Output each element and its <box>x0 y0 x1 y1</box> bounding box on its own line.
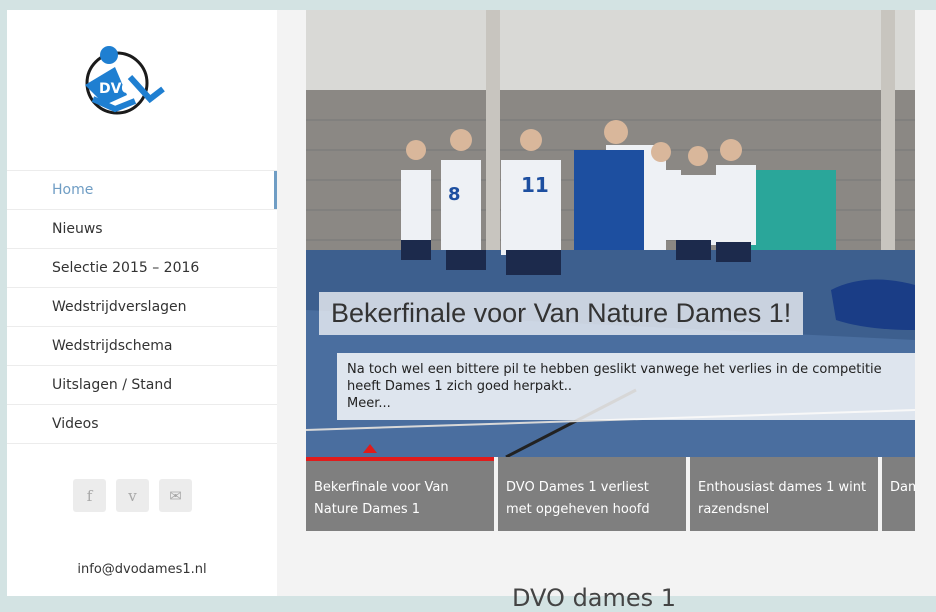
svg-text:DVO: DVO <box>99 81 133 97</box>
sidebar: DVO Home Nieuws Selectie 2015 – 2016 Wed… <box>7 10 277 596</box>
nav-item-wedstrijdverslagen[interactable]: Wedstrijdverslagen <box>7 287 277 326</box>
thumbnail-1[interactable]: Bekerfinale voor Van Nature Dames 1 <box>306 457 494 531</box>
read-more-link[interactable]: Meer... <box>347 395 907 412</box>
main-content: 8 11 Bekerfinale voor Van Nature Dames 1… <box>277 10 936 612</box>
nav-item-home[interactable]: Home <box>7 170 277 209</box>
slide-excerpt: Na toch wel een bittere pil te hebben ge… <box>337 353 915 420</box>
active-thumb-indicator <box>363 444 377 453</box>
nav-item-videos[interactable]: Videos <box>7 404 277 444</box>
nav-item-wedstrijdschema[interactable]: Wedstrijdschema <box>7 326 277 365</box>
nav-item-uitslagen[interactable]: Uitslagen / Stand <box>7 365 277 404</box>
thumbnail-2[interactable]: DVO Dames 1 verliest met opgeheven hoofd <box>498 457 686 531</box>
dvo-logo[interactable]: DVO <box>75 37 167 127</box>
slide-excerpt-text: Na toch wel een bittere pil te hebben ge… <box>347 362 882 394</box>
facebook-icon[interactable]: f <box>73 479 106 512</box>
hero-slider[interactable]: 8 11 Bekerfinale voor Van Nature Dames 1… <box>306 10 915 457</box>
thumbnail-4[interactable]: Dames 1 kop <box>882 457 915 531</box>
slide-title[interactable]: Bekerfinale voor Van Nature Dames 1! <box>319 292 804 335</box>
social-links: f v ✉ <box>73 479 192 512</box>
contact-email[interactable]: info@dvodames1.nl <box>7 562 277 577</box>
nav-item-nieuws[interactable]: Nieuws <box>7 209 277 248</box>
svg-text:11: 11 <box>521 173 549 197</box>
svg-text:8: 8 <box>448 184 461 205</box>
slider-thumbnails: Bekerfinale voor Van Nature Dames 1 DVO … <box>306 457 915 531</box>
thumbnail-3[interactable]: Enthousiast dames 1 wint razendsnel <box>690 457 878 531</box>
nav-item-selectie[interactable]: Selectie 2015 – 2016 <box>7 248 277 287</box>
email-icon[interactable]: ✉ <box>159 479 192 512</box>
vimeo-icon[interactable]: v <box>116 479 149 512</box>
main-navigation: Home Nieuws Selectie 2015 – 2016 Wedstri… <box>7 170 277 444</box>
section-title: DVO dames 1 <box>512 584 677 612</box>
